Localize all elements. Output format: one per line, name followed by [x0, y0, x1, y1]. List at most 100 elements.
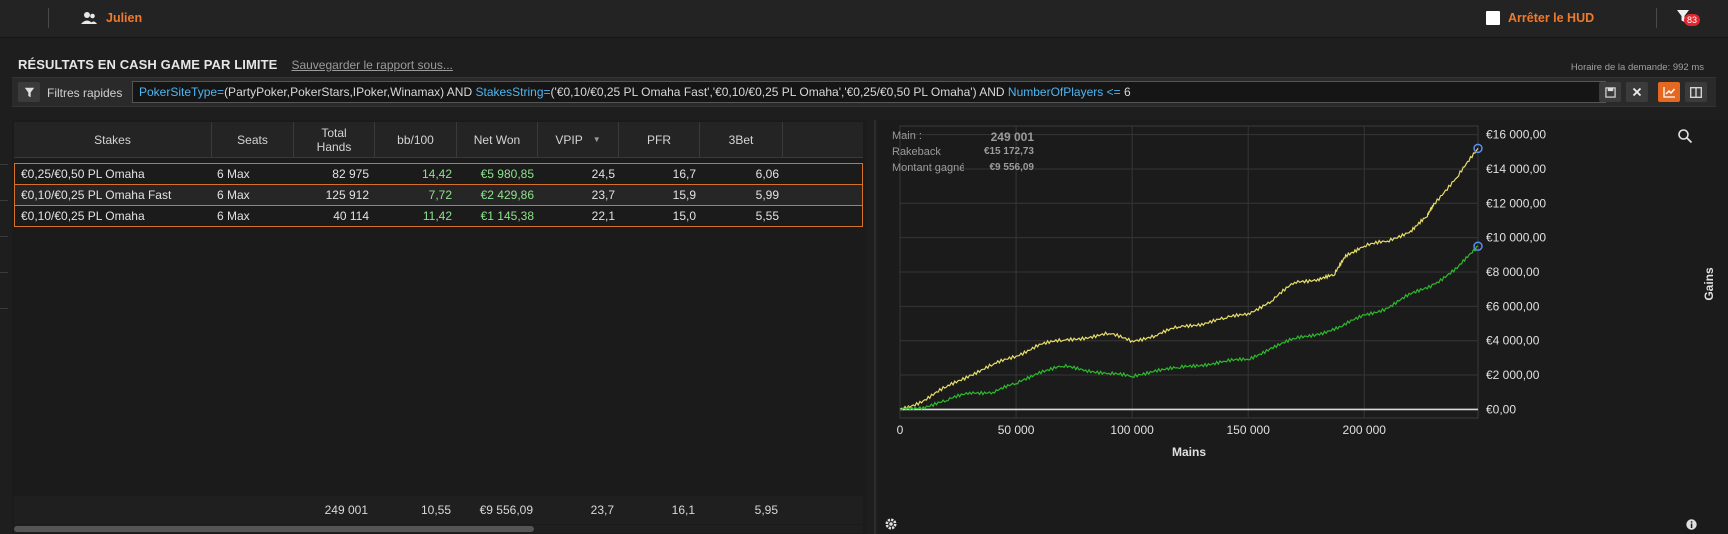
filter-notifications[interactable]: 83 [1676, 9, 1701, 26]
x-tick-label: 200 000 [1343, 423, 1387, 437]
stop-hud-toggle[interactable]: Arrêter le HUD [1486, 11, 1594, 25]
legend-label: Montant gagné [892, 162, 964, 174]
table-totals-row: 249 001 10,55 €9 556,09 23,7 16,1 5,95 [14, 496, 863, 524]
horizontal-scrollbar[interactable] [14, 525, 863, 533]
column-header-total-hands[interactable]: Total Hands [294, 122, 375, 158]
total-cell: 10,55 [420, 503, 451, 517]
table-cell: €5 980,85 [480, 167, 534, 181]
user-switcher[interactable]: Julien [80, 11, 142, 25]
table-cell: 15,9 [672, 188, 696, 202]
notification-badge: 83 [1684, 14, 1701, 26]
zoom-icon[interactable] [1677, 128, 1693, 144]
column-header-label: Net Won [473, 133, 521, 147]
filter-keyword: = [217, 85, 225, 99]
table-cell: 6 Max [217, 167, 250, 181]
legend-box: Main : 249 001 Rakeback €15 172,73 Montant g… [892, 128, 1034, 176]
series-line-total [899, 147, 1479, 411]
column-header-net-won[interactable]: Net Won [457, 122, 538, 158]
chart-canvas: €0,00 €2 000,00 €4 000,00 €6 000,00 €8 000,0… [897, 125, 1716, 459]
column-header-bb-100[interactable]: bb/100 [375, 122, 457, 158]
filter-value: 6 [1123, 85, 1131, 99]
hud-checkbox[interactable] [1486, 11, 1500, 25]
user-name[interactable]: Julien [106, 11, 142, 25]
x-axis-title: Mains [1172, 445, 1206, 459]
quick-filter-label: Filtres rapides [47, 86, 123, 100]
sort-desc-icon[interactable]: ▼ [593, 133, 601, 147]
filter-button[interactable] [18, 82, 40, 102]
table-row[interactable]: €0,25/€0,50 PL Omaha 6 Max 82 975 14,42 €5 9… [14, 163, 863, 185]
series-line-won [899, 245, 1479, 412]
page-title: RÉSULTATS EN CASH GAME PAR LIMITE [18, 57, 278, 72]
column-header-stakes[interactable]: Stakes [14, 122, 212, 158]
column-header-vpip[interactable]: VPIP ▼ [538, 122, 619, 158]
table-cell: 7,72 [428, 188, 452, 202]
y-tick-label: €10 000,00 [1486, 231, 1546, 245]
legend-value: 249 001 [990, 130, 1034, 144]
table-cell: 24,5 [591, 167, 615, 181]
legend-label: Main : [892, 130, 922, 142]
results-chart: €0,00 €2 000,00 €4 000,00 €6 000,00 €8 000,0… [878, 120, 1728, 534]
funnel-icon [24, 87, 34, 97]
table-cell: 5,99 [755, 188, 779, 202]
clear-filter-button[interactable] [1626, 82, 1648, 102]
table-cell: €1 145,38 [480, 209, 534, 223]
table-row[interactable]: €0,10/€0,25 PL Omaha 6 Max 40 114 11,42 €1 1… [14, 205, 863, 227]
total-cell: 5,95 [754, 503, 778, 517]
info-icon[interactable] [1686, 519, 1697, 530]
table-cell: 125 912 [325, 188, 369, 202]
table-cell: 6 Max [217, 188, 250, 202]
table-cell: €0,25/€0,50 PL Omaha [21, 167, 145, 181]
total-cell [20, 500, 210, 520]
total-cell [216, 500, 286, 520]
filter-value: ('€0,10/€0,25 PL Omaha Fast','€0,10/€0,2… [550, 85, 1008, 99]
table-cell: €0,10/€0,25 PL Omaha [21, 209, 145, 223]
results-table: Stakes Seats Total Hands bb/100 Net Won VPIP ▼… [12, 120, 866, 534]
table-header: Stakes Seats Total Hands bb/100 Net Won VPIP ▼… [14, 122, 863, 158]
table-cell: 6,06 [755, 167, 779, 181]
filter-expression-input[interactable]: PokerSiteType=(PartyPoker,PokerStars,IPo… [132, 81, 1606, 103]
y-tick-label: €14 000,00 [1486, 162, 1546, 176]
column-header-pfr[interactable]: PFR [619, 122, 700, 158]
table-cell: 14,42 [421, 167, 452, 181]
graph-view-button[interactable] [1658, 82, 1680, 102]
split-view-button[interactable] [1685, 82, 1707, 102]
report-header: RÉSULTATS EN CASH GAME PAR LIMITE Sauveg… [18, 57, 453, 72]
table-cell: €0,10/€0,25 PL Omaha Fast [21, 188, 172, 202]
divider [1656, 8, 1657, 28]
quick-filter-bar: Filtres rapides PokerSiteType=(PartyPoke… [12, 77, 1716, 107]
column-header-3bet[interactable]: 3Bet [700, 122, 783, 158]
save-report-link[interactable]: Sauvegarder le rapport sous... [291, 58, 452, 72]
floppy-icon [1604, 86, 1616, 98]
x-tick-label: 0 [897, 423, 904, 437]
table-row[interactable]: €0,10/€0,25 PL Omaha Fast 6 Max 125 912 7,7… [14, 184, 863, 206]
y-tick-label: €4 000,00 [1486, 334, 1540, 348]
table-cell: 82 975 [332, 167, 369, 181]
column-header-seats[interactable]: Seats [212, 122, 294, 158]
close-icon [1632, 87, 1642, 97]
left-ruler [0, 110, 12, 534]
table-cell: 15,0 [672, 209, 696, 223]
y-tick-label: €0,00 [1486, 402, 1516, 416]
filter-keyword: NumberOfPlayers [1007, 85, 1104, 99]
table-cell: 22,1 [591, 209, 615, 223]
legend-item: Montant gagné €9 556,09 [892, 162, 1034, 178]
line-chart-icon [1662, 87, 1675, 98]
legend-value: €9 556,09 [989, 162, 1035, 173]
gear-icon[interactable] [884, 517, 898, 531]
x-tick-label: 100 000 [1110, 423, 1154, 437]
table-cell: 23,7 [591, 188, 615, 202]
users-icon [81, 12, 97, 24]
scrollbar-thumb[interactable] [14, 526, 534, 532]
column-header-label: PFR [647, 133, 671, 147]
y-tick-label: €16 000,00 [1486, 128, 1546, 142]
request-timing: Horaire de la demande: 992 ms [1570, 62, 1704, 73]
table-cell: 40 114 [333, 209, 369, 223]
column-header-label: 3Bet [728, 133, 754, 147]
total-cell: 16,1 [671, 503, 695, 517]
x-tick-label: 150 000 [1226, 423, 1270, 437]
stop-hud-label[interactable]: Arrêter le HUD [1508, 11, 1594, 25]
save-filter-button[interactable] [1599, 82, 1621, 102]
panel-splitter[interactable] [874, 120, 876, 534]
total-cell: €9 556,09 [479, 503, 533, 517]
table-cell: 11,42 [422, 209, 452, 223]
